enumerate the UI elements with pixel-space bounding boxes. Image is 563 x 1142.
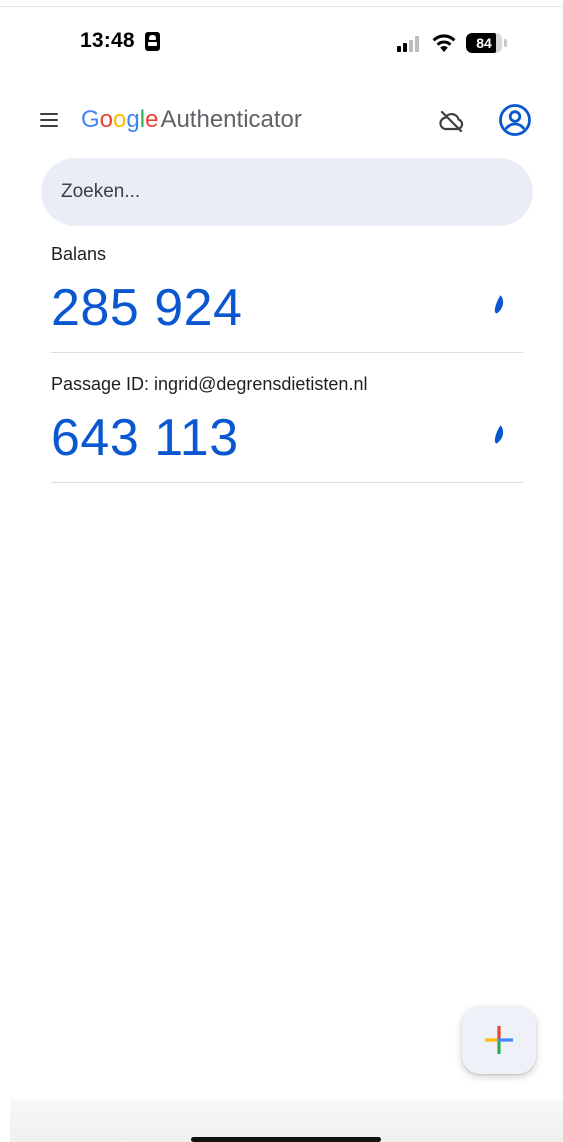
home-indicator[interactable]: [191, 1137, 381, 1142]
cloud-sync-button[interactable]: [434, 104, 468, 138]
search-input[interactable]: [61, 158, 511, 226]
add-icon: [485, 1026, 513, 1054]
divider: [51, 482, 523, 483]
account-item-passage-id[interactable]: Passage ID: ingrid@degrensdietisten.nl 6…: [51, 374, 523, 484]
app-title: GoogleAuthenticator: [81, 105, 302, 135]
menu-button[interactable]: [34, 105, 64, 135]
brand-letter: o: [99, 106, 114, 133]
app-name: Authenticator: [160, 106, 302, 133]
focus-mode-icon: [145, 32, 160, 51]
account-name: Balans: [51, 244, 107, 264]
divider: [51, 352, 523, 353]
status-bar: 13:48 84: [0, 22, 563, 62]
wifi-icon: [432, 34, 456, 52]
add-account-button[interactable]: [462, 1006, 536, 1074]
account-item-balans[interactable]: Balans 285 924: [51, 244, 523, 354]
otp-code[interactable]: 643 113: [51, 408, 239, 468]
app-bar: GoogleAuthenticator: [0, 92, 563, 148]
cellular-signal-icon: [397, 36, 423, 52]
brand-letter: o: [113, 106, 127, 133]
google-wordmark: Google: [81, 106, 158, 133]
account-button[interactable]: [496, 101, 534, 139]
countdown-timer-icon: [494, 425, 504, 444]
brand-letter: e: [145, 106, 159, 133]
bottom-bar: [10, 1100, 563, 1142]
brand-letter: g: [126, 106, 140, 133]
search-bar: [41, 158, 533, 226]
status-time: 13:48: [80, 29, 135, 52]
otp-code[interactable]: 285 924: [51, 278, 242, 338]
battery-level: 84: [476, 35, 492, 51]
cloud-off-icon: [439, 110, 464, 133]
battery-icon: 84: [466, 33, 508, 53]
account-circle-icon: [499, 104, 531, 136]
app-screen: 13:48 84 GoogleAuthenticator Zoeken... B…: [0, 0, 563, 1142]
account-name: Passage ID: ingrid@degrensdietisten.nl: [51, 374, 368, 394]
brand-letter: G: [81, 106, 100, 133]
countdown-timer-icon: [494, 295, 504, 314]
